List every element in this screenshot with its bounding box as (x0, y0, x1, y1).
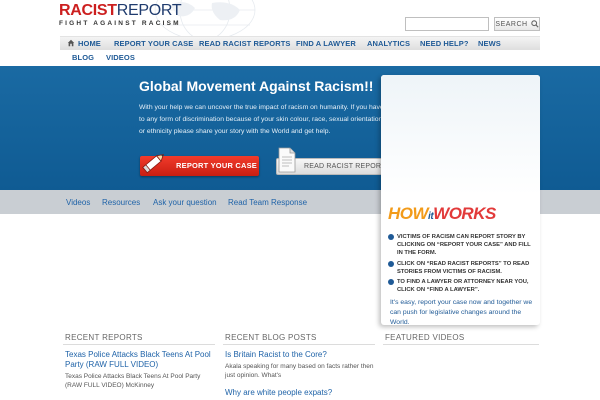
featured-videos-heading: FEATURED VIDEOS (385, 333, 465, 342)
document-icon (278, 147, 296, 173)
page: RACISTREPORT FIGHT AGAINST RACISM SEARCH… (0, 0, 600, 400)
nav-item-home[interactable]: HOME (78, 39, 101, 48)
read-racist-reports-button[interactable]: READ RACIST REPORTS (276, 147, 394, 175)
bullet-icon (388, 261, 394, 267)
main-nav-row2: BLOG VIDEOS (60, 50, 540, 66)
nav-item-news[interactable]: NEWS (478, 39, 501, 48)
main-nav: HOME REPORT YOUR CASE READ RACIST REPORT… (60, 36, 540, 50)
search-button[interactable]: SEARCH (494, 17, 540, 31)
blog-post-title[interactable]: Why are white people expats? (225, 388, 375, 398)
hero-title: Global Movement Against Racism!! (139, 78, 374, 94)
report-your-case-button[interactable]: REPORT YOUR CASE (140, 154, 259, 176)
subnav-read-team-response[interactable]: Read Team Response (228, 198, 307, 207)
how-step-3-text: TO FIND A LAWYER OR ATTORNEY NEAR YOU, C… (397, 279, 529, 294)
subnav-ask-your-question[interactable]: Ask your question (153, 198, 217, 207)
nav-item-analytics[interactable]: ANALYTICS (367, 39, 410, 48)
pencil-icon (142, 154, 165, 174)
blog-post-title[interactable]: Is Britain Racist to the Core? (225, 350, 375, 360)
search-input[interactable] (405, 17, 489, 31)
how-step-3: TO FIND A LAWYER OR ATTORNEY NEAR YOU, C… (388, 278, 536, 294)
recent-blog-heading: RECENT BLOG POSTS (225, 333, 317, 342)
nav-item-videos[interactable]: VIDEOS (106, 53, 135, 62)
subnav-videos[interactable]: Videos (66, 198, 90, 207)
how-step-1-text: VICTIMS OF RACISM CAN REPORT STORY BY CL… (397, 234, 531, 257)
search-button-label: SEARCH (495, 20, 528, 28)
report-your-case-label: REPORT YOUR CASE (176, 161, 257, 170)
subnav-resources[interactable]: Resources (102, 198, 140, 207)
recent-reports-heading: RECENT REPORTS (65, 333, 143, 342)
how-it-works-title: HOWitWORKS (388, 204, 496, 224)
blog-post-excerpt: Akala speaking for many based on facts r… (225, 363, 374, 379)
how-step-1: VICTIMS OF RACISM CAN REPORT STORY BY CL… (388, 233, 536, 258)
nav-item-find-a-lawyer[interactable]: FIND A LAWYER (296, 39, 356, 48)
nav-item-need-help[interactable]: NEED HELP? (420, 39, 469, 48)
how-it-works-title-works: WORKS (433, 204, 496, 223)
read-racist-reports-label: READ RACIST REPORTS (304, 163, 391, 170)
logo-racist: RACIST (59, 2, 117, 19)
search-icon (530, 20, 539, 28)
how-it-works-title-how: HOW (388, 204, 429, 223)
logo-tagline: FIGHT AGAINST RACISM (59, 20, 181, 27)
nav-item-report-your-case[interactable]: REPORT YOUR CASE (114, 39, 193, 48)
recent-report-title[interactable]: Texas Police Attacks Black Teens At Pool… (65, 350, 215, 370)
header: RACISTREPORT FIGHT AGAINST RACISM SEARCH (0, 0, 600, 36)
divider (223, 344, 375, 345)
divider (63, 344, 215, 345)
how-step-2-text: CLICK ON “READ RACIST REPORTS” TO READ S… (397, 261, 530, 276)
recent-report-excerpt: Texas Police Attacks Black Teens At Pool… (65, 373, 201, 389)
bullet-icon (388, 234, 394, 240)
nav-item-read-racist-reports[interactable]: READ RACIST REPORTS (199, 39, 291, 48)
home-icon[interactable] (67, 39, 75, 47)
nav-item-blog[interactable]: BLOG (72, 53, 94, 62)
how-it-works-note: It's easy, report your case now and toge… (390, 299, 533, 326)
divider (383, 344, 539, 345)
site-logo[interactable]: RACISTREPORT FIGHT AGAINST RACISM (59, 2, 182, 28)
how-step-2: CLICK ON “READ RACIST REPORTS” TO READ S… (388, 260, 536, 276)
logo-report: REPORT (116, 2, 182, 19)
bullet-icon (388, 279, 394, 285)
